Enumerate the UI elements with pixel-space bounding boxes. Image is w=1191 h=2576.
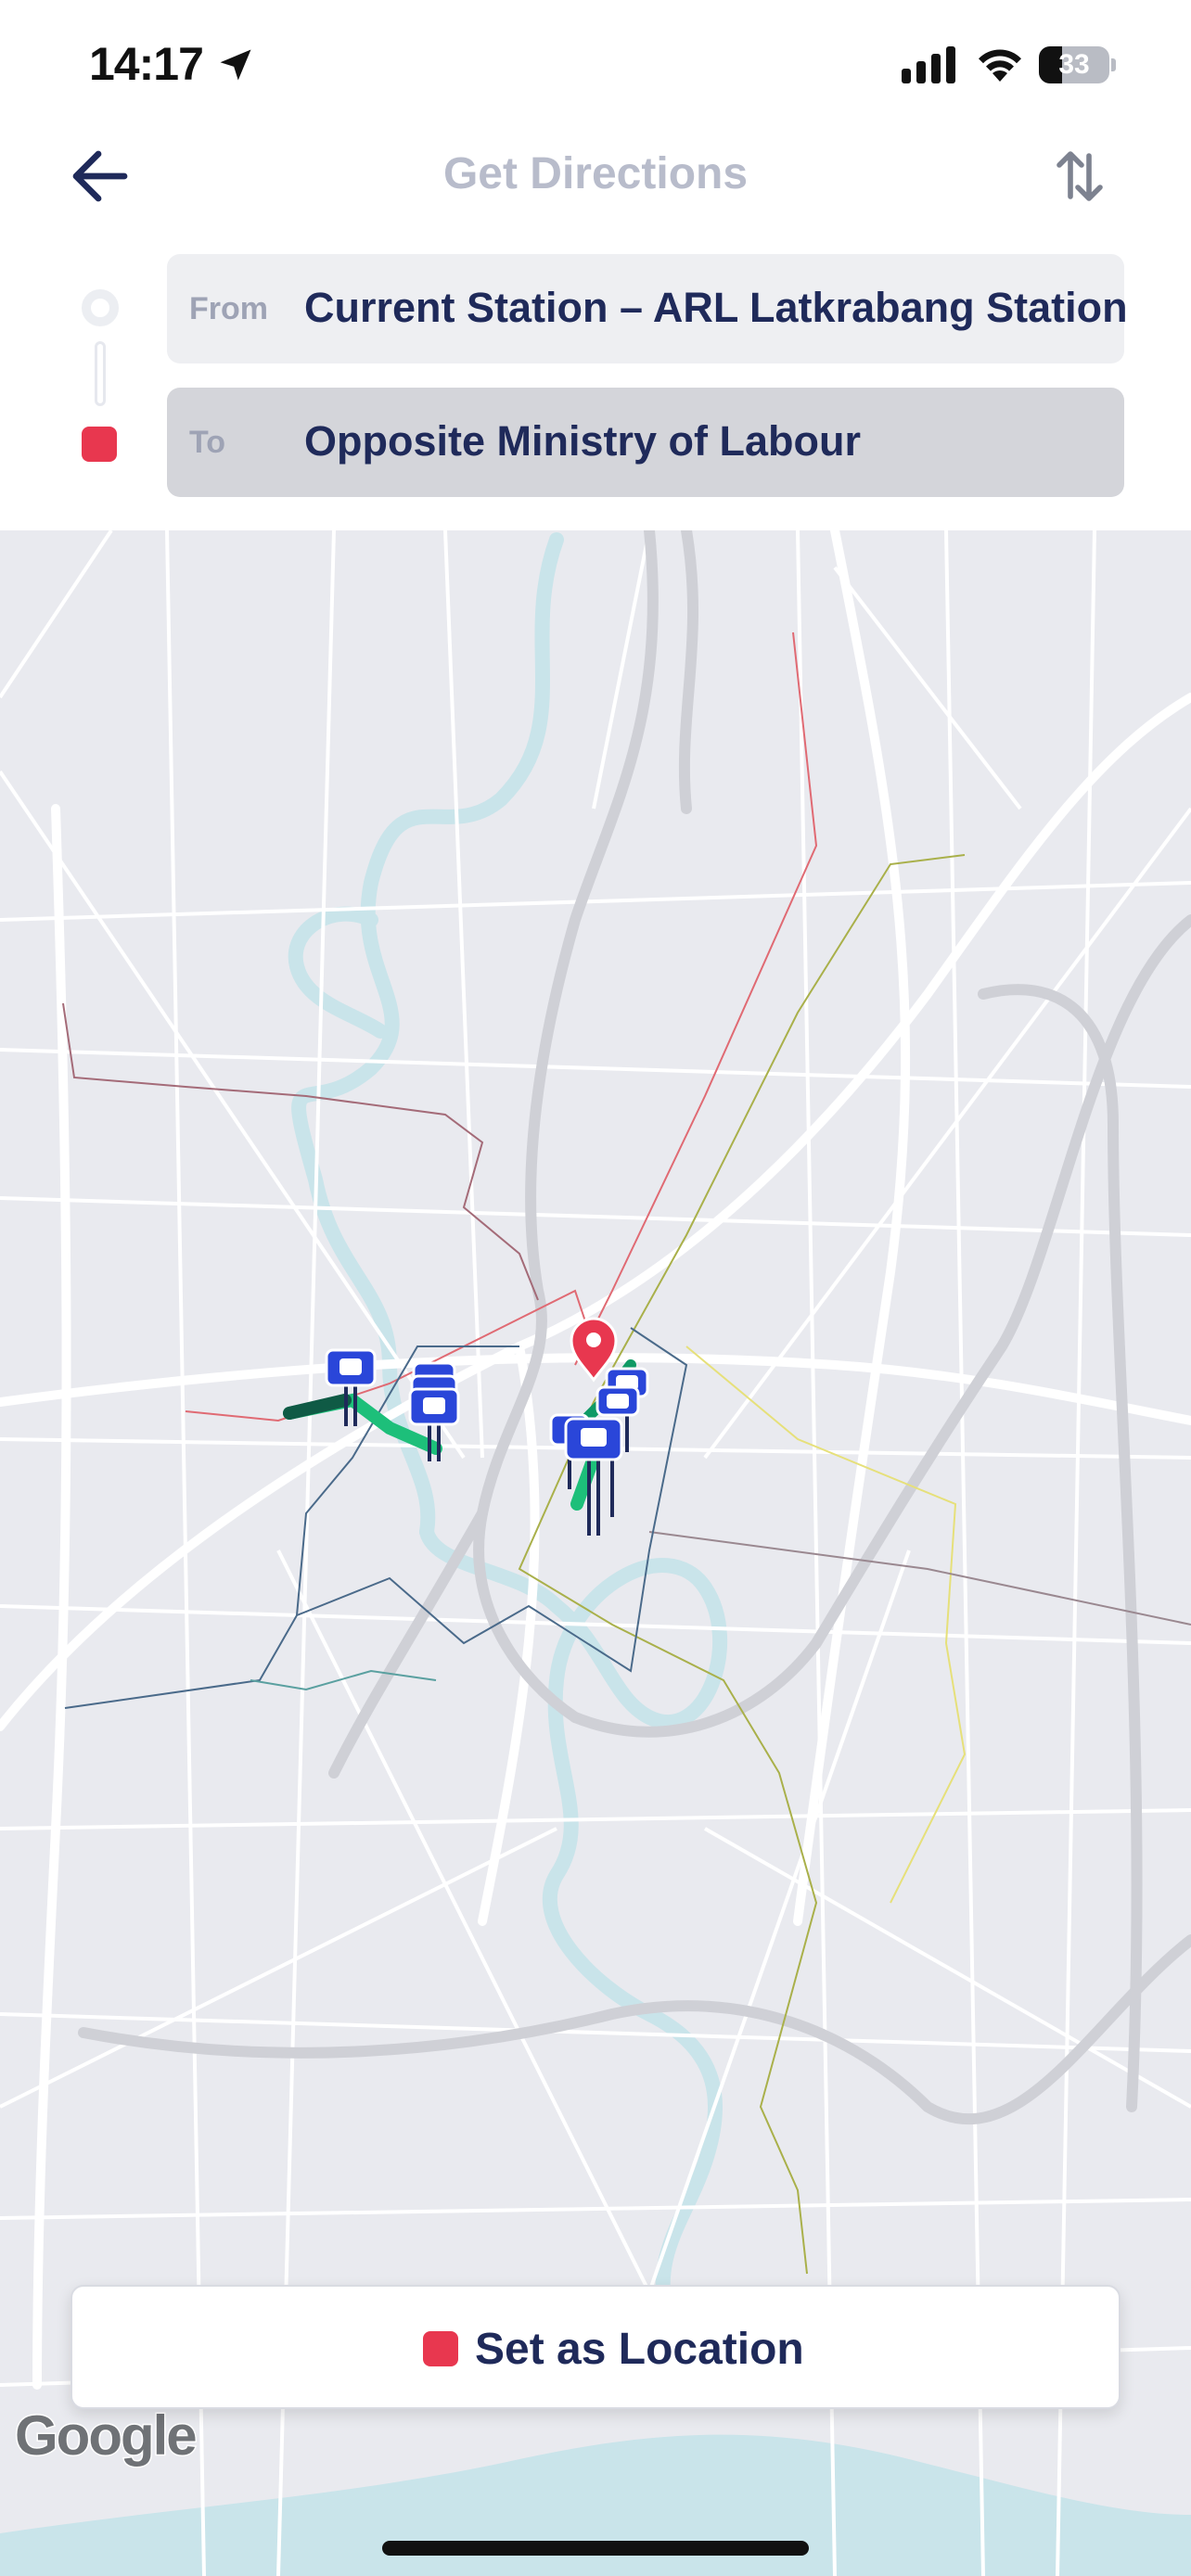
google-logo: Google [14,2404,199,2468]
to-field[interactable]: To Opposite Ministry of Labour [167,388,1124,497]
origin-dot-icon [82,289,119,326]
map-view[interactable]: Google Set as Location [0,530,1191,2576]
status-time: 14:17 [89,38,204,90]
set-as-location-button[interactable]: Set as Location [70,2285,1121,2409]
transit-lines [62,631,1191,2275]
to-label: To [189,425,226,460]
cellular-signal-icon [902,46,955,83]
location-arrow-icon [220,49,251,81]
home-indicator[interactable] [382,2541,809,2556]
from-value: Current Station – ARL Latkrabang Station [304,284,1128,331]
route-indicator [78,289,124,465]
destination-square-icon [82,427,117,462]
from-field[interactable]: From Current Station – ARL Latkrabang St… [167,254,1128,363]
swap-button[interactable] [1054,141,1106,211]
to-value: Opposite Ministry of Labour [304,417,862,465]
wifi-icon [979,49,1021,82]
status-bar: 14:17 33 [0,0,1191,130]
swap-vertical-icon [1057,151,1103,201]
set-as-location-label: Set as Location [475,2325,804,2374]
battery-icon: 33 [1039,46,1116,83]
destination-square-icon [423,2331,458,2366]
battery-level: 33 [1058,49,1090,80]
page-title: Get Directions [442,149,749,198]
from-label: From [189,291,268,326]
map-canvas [0,530,1191,2576]
route-connector [95,341,106,406]
